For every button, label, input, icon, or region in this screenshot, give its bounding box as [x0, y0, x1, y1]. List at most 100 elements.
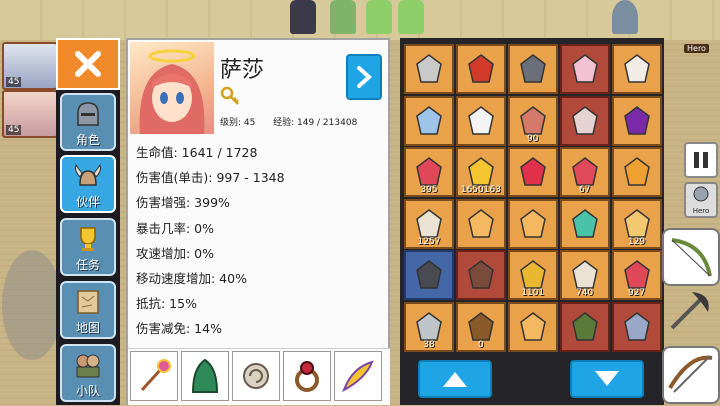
- chevron-right-icon: [357, 66, 372, 88]
- pink-feather-icon: [571, 54, 598, 83]
- party-level: 45: [6, 77, 22, 87]
- tab-party[interactable]: 小队: [60, 344, 116, 402]
- item-count: 927: [627, 288, 646, 299]
- feather-quill-icon: [342, 360, 374, 393]
- equip-slot[interactable]: [130, 351, 178, 401]
- close-button[interactable]: [56, 38, 120, 90]
- next-hero-button[interactable]: [346, 54, 382, 100]
- inventory-slot[interactable]: 1101: [507, 250, 558, 301]
- red-gem-icon: [416, 157, 442, 186]
- inventory-slot[interactable]: [507, 198, 558, 249]
- potion-bottle-icon: [571, 157, 598, 186]
- scroll-icon: [416, 208, 442, 238]
- tab-companion[interactable]: 伙伴: [60, 155, 116, 213]
- silver-ingot-icon: [416, 312, 442, 341]
- item-count: 1257: [417, 236, 441, 247]
- equip-slot[interactable]: [283, 351, 331, 401]
- hero-tag: Hero: [684, 44, 709, 53]
- tab-map[interactable]: 地图: [60, 281, 116, 339]
- scroll-icon: [571, 260, 598, 290]
- sword-icon: [416, 105, 442, 135]
- inventory-slot[interactable]: [559, 95, 610, 146]
- inventory-slot[interactable]: [404, 250, 454, 301]
- inventory-slot[interactable]: [507, 301, 558, 352]
- stat-damage: 伤害值(单击): 997 - 1348: [136, 170, 285, 186]
- weapon-slot-bow[interactable]: [662, 228, 720, 286]
- map-scroll-icon: [77, 290, 99, 314]
- inventory-slot[interactable]: [455, 95, 506, 146]
- inventory-slot[interactable]: 927: [611, 250, 662, 301]
- item-count: 129: [627, 236, 646, 247]
- gold-key-icon: [519, 260, 546, 290]
- inventory-slot[interactable]: [611, 147, 662, 198]
- equipment-row: [128, 348, 390, 405]
- inventory-slot[interactable]: [611, 95, 662, 146]
- inventory-slot[interactable]: [455, 44, 506, 94]
- inventory-slot[interactable]: 0: [455, 301, 506, 352]
- inventory-slot[interactable]: [507, 147, 558, 198]
- inventory-slot[interactable]: [559, 198, 610, 249]
- inventory-slot[interactable]: [404, 95, 454, 146]
- hero-portrait-image: [139, 49, 205, 134]
- arrow-up-icon: [443, 372, 467, 387]
- tab-quest[interactable]: 任务: [60, 218, 116, 276]
- inventory-slot[interactable]: 1650163: [455, 147, 506, 198]
- white-gem-icon: [623, 54, 650, 83]
- inventory-slot[interactable]: 1257: [404, 198, 454, 249]
- scroll-up-button[interactable]: [418, 360, 492, 398]
- inventory-slot[interactable]: 395: [404, 147, 454, 198]
- hero-button[interactable]: Hero: [684, 182, 718, 218]
- crossbow-icon: [668, 355, 713, 393]
- arrow-down-icon: [595, 371, 619, 386]
- tab-label: 小队: [75, 384, 100, 398]
- orange-crystal-icon: [519, 312, 546, 341]
- teal-crystal-icon: [571, 208, 598, 238]
- orange-crystal-icon: [519, 208, 546, 238]
- weapon-slot-axe[interactable]: [662, 284, 720, 342]
- level-exp-line: 级别: 45 经验: 149 / 213408: [220, 115, 357, 128]
- virtual-joystick[interactable]: [2, 250, 62, 360]
- orange-crystal-icon: [468, 208, 494, 238]
- ruby-ring-icon: [295, 361, 319, 392]
- trophy-icon: [80, 227, 96, 251]
- mage-sprite: [612, 0, 638, 34]
- inventory-slot[interactable]: 129: [611, 198, 662, 249]
- goblin-sprite: [398, 0, 424, 34]
- inventory-slot[interactable]: [559, 44, 610, 94]
- inventory-slot[interactable]: 67: [559, 147, 610, 198]
- inventory-slot[interactable]: [404, 44, 454, 94]
- dark-knight-sprite: [290, 0, 316, 34]
- inventory-slot[interactable]: [559, 301, 610, 352]
- meat-icon: [519, 105, 546, 135]
- equip-slot[interactable]: [232, 351, 280, 401]
- party-portrait[interactable]: 45: [2, 42, 58, 90]
- inventory-slot[interactable]: [455, 198, 506, 249]
- inventory-slot[interactable]: 90: [507, 95, 558, 146]
- stat-resistance: 抵抗: 15%: [136, 296, 197, 312]
- stat-move-speed: 移动速度增加: 40%: [136, 270, 247, 286]
- party-portrait[interactable]: 45: [2, 90, 58, 138]
- helmet-icon: [77, 102, 99, 126]
- pause-button[interactable]: [684, 142, 718, 178]
- item-count: 38: [423, 339, 435, 350]
- equip-slot[interactable]: [334, 351, 382, 401]
- equip-slot[interactable]: [181, 351, 229, 401]
- inventory-slot[interactable]: [611, 44, 662, 94]
- inventory-slot[interactable]: 740: [559, 250, 610, 301]
- inventory-slot[interactable]: 38: [404, 301, 454, 352]
- drill-icon: [416, 54, 442, 83]
- scroll-down-button[interactable]: [570, 360, 644, 398]
- horn-helmet-icon: [468, 260, 494, 290]
- inventory-slot[interactable]: [611, 301, 662, 352]
- thorn-vine-icon: [571, 312, 598, 341]
- weapon-slot-crossbow[interactable]: [662, 346, 720, 404]
- shell-charm-icon: [243, 363, 269, 389]
- exp-label: 经验: 149 / 213408: [273, 118, 358, 128]
- close-icon: [75, 51, 101, 77]
- hero-button-label: Hero: [692, 207, 710, 215]
- party-level: 45: [6, 125, 22, 135]
- tab-character[interactable]: 角色: [60, 93, 116, 151]
- stat-damage-reduction: 伤害减免: 14%: [136, 321, 222, 337]
- inventory-slot[interactable]: [507, 44, 558, 94]
- inventory-slot[interactable]: [455, 250, 506, 301]
